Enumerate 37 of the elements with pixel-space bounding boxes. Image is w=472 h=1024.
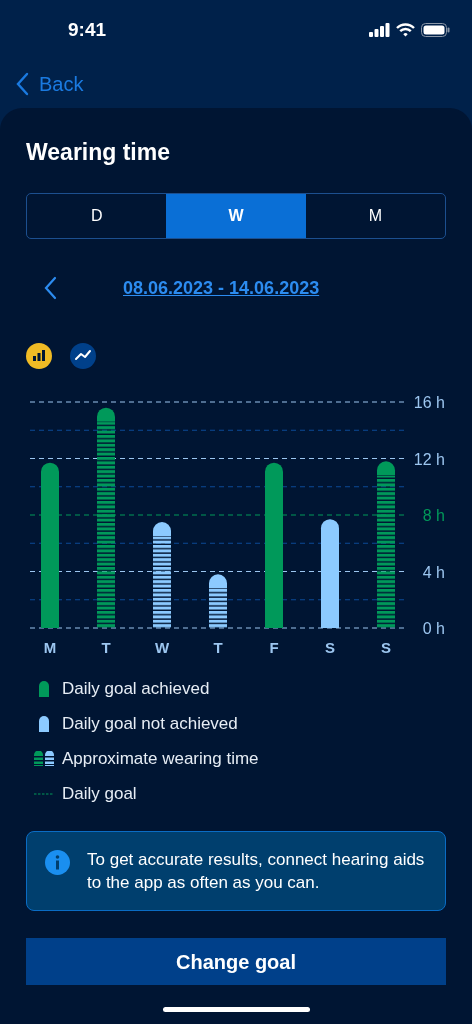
chevron-left-icon bbox=[16, 72, 29, 96]
day-label: T bbox=[213, 639, 223, 656]
axis-label: 8 h bbox=[422, 507, 445, 524]
info-icon bbox=[45, 850, 70, 875]
battery-icon bbox=[421, 23, 450, 37]
legend-label: Approximate wearing time bbox=[62, 747, 259, 770]
bar-swatch-icon bbox=[38, 680, 50, 697]
period-tab[interactable]: M bbox=[305, 194, 445, 238]
chevron-left-icon bbox=[44, 276, 57, 300]
day-label: F bbox=[269, 639, 279, 656]
status-time: 9:41 bbox=[68, 17, 107, 42]
back-button[interactable]: Back bbox=[0, 69, 84, 99]
bar-chart-icon[interactable] bbox=[26, 343, 52, 369]
info-text: To get accurate results, connect hearing aids to the app as often as you can. bbox=[87, 849, 426, 894]
dashed-line-icon bbox=[34, 792, 54, 795]
line-chart-icon[interactable] bbox=[70, 343, 96, 369]
page-title: Wearing time bbox=[26, 138, 171, 167]
bar-swatch-icon bbox=[38, 715, 50, 732]
period-tab[interactable]: D bbox=[27, 194, 167, 238]
legend-label: Daily goal not achieved bbox=[62, 712, 238, 735]
signal-icon bbox=[369, 23, 390, 37]
day-label: T bbox=[101, 639, 111, 656]
day-label: S bbox=[381, 639, 391, 656]
date-range-link[interactable]: 08.06.2023 - 14.06.2023 bbox=[123, 274, 320, 302]
axis-label: 16 h bbox=[413, 394, 445, 411]
striped-bars-icon bbox=[34, 751, 54, 766]
axis-label: 0 h bbox=[422, 620, 445, 637]
period-tab[interactable]: W bbox=[166, 194, 306, 238]
day-label: S bbox=[325, 639, 335, 656]
wifi-icon bbox=[396, 23, 415, 37]
legend-label: Daily goal achieved bbox=[62, 677, 210, 700]
legend-label: Daily goal bbox=[62, 782, 137, 805]
day-label: W bbox=[154, 639, 170, 656]
axis-label: 4 h bbox=[422, 563, 445, 581]
axis-label: 12 h bbox=[413, 450, 445, 468]
change-goal-button[interactable]: Change goal bbox=[26, 938, 446, 985]
day-label: M bbox=[43, 639, 57, 656]
